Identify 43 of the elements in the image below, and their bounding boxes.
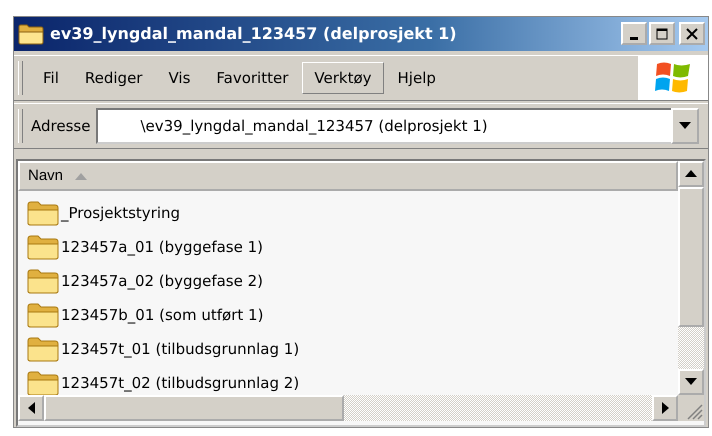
scroll-thumb[interactable] (44, 394, 344, 421)
close-icon (686, 28, 698, 40)
address-label: Adresse (31, 116, 90, 135)
vertical-scrollbar[interactable] (678, 160, 704, 395)
up-arrow-icon (685, 170, 697, 178)
close-button[interactable] (679, 22, 705, 46)
folder-item[interactable]: 123457t_02 (tilbudsgrunnlag 2) (26, 366, 678, 395)
horizontal-scrollbar[interactable] (18, 394, 678, 421)
scroll-down-button[interactable] (678, 368, 704, 395)
menu-item[interactable]: Fil (31, 62, 71, 94)
folder-icon (26, 234, 60, 260)
minimize-icon (630, 36, 638, 40)
menu-item[interactable]: Favoritter (204, 62, 300, 94)
maximize-button[interactable] (649, 22, 675, 46)
folder-item[interactable]: _Prosjektstyring (26, 196, 678, 230)
caret-icon (679, 122, 691, 130)
scroll-thumb[interactable] (678, 186, 704, 327)
folder-icon (26, 268, 60, 294)
menu-item[interactable]: Vis (156, 62, 202, 94)
menu-item[interactable]: Rediger (72, 62, 154, 94)
left-arrow-icon (28, 402, 34, 414)
menu-item[interactable]: Hjelp (386, 62, 448, 94)
down-arrow-icon (685, 378, 697, 386)
menu-item[interactable]: Verktøy (302, 62, 384, 94)
scroll-left-button[interactable] (18, 394, 44, 421)
column-header[interactable]: Navn (18, 160, 678, 191)
folder-icon (26, 336, 60, 362)
folder-item[interactable]: 123457t_01 (tilbudsgrunnlag 1) (26, 332, 678, 366)
right-arrow-icon (662, 402, 668, 414)
folder-icon (26, 200, 60, 226)
scroll-up-button[interactable] (678, 160, 704, 187)
maximize-icon (656, 28, 668, 40)
dropdown-button[interactable] (671, 108, 699, 144)
folder-item[interactable]: 123457b_01 (som utført 1) (26, 298, 678, 332)
folder-item[interactable]: 123457a_01 (byggefase 1) (26, 230, 678, 264)
address-field[interactable]: \ev39_lyngdal_mandal_123457 (delprosjekt 1) (96, 108, 671, 144)
minimize-button[interactable] (621, 22, 647, 46)
folder-icon (18, 22, 44, 45)
folder-item[interactable]: 123457a_02 (byggefase 2) (26, 264, 678, 298)
folder-icon (26, 302, 60, 328)
folder-icon (26, 370, 60, 395)
scroll-right-button[interactable] (652, 394, 678, 421)
window-title: ev39_lyngdal_mandal_123457 (delprosjekt 1) (50, 24, 458, 44)
